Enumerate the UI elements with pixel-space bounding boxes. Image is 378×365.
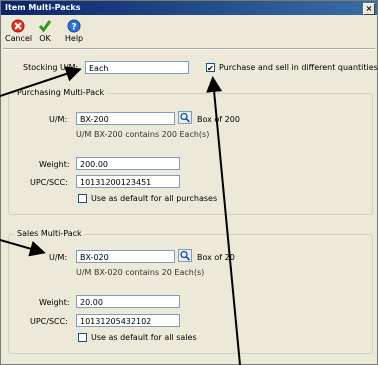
stocking-um-field[interactable]: Each <box>85 61 189 74</box>
sales-upc-label: UPC/SCC: <box>30 317 68 326</box>
sales-weight-field[interactable]: 20.00 <box>76 295 180 308</box>
sales-upc-field[interactable]: 10131205432102 <box>76 314 180 327</box>
stocking-um-label: Stocking U/M: <box>23 63 79 72</box>
toolbar-separator <box>3 48 375 50</box>
different-quantities-label: Purchase and sell in different quantitie… <box>219 63 378 72</box>
svg-text:?: ? <box>71 23 76 33</box>
purchasing-default-checkbox[interactable] <box>78 194 87 203</box>
purchasing-box-text: Box of 200 <box>197 115 240 124</box>
help-button[interactable]: ? Help <box>61 19 87 47</box>
sales-lookup-button[interactable] <box>178 249 192 262</box>
toolbar: Cancel OK ? Help <box>1 16 377 49</box>
sales-um-field[interactable]: BX-020 <box>76 250 175 263</box>
magnifier-icon <box>180 250 191 261</box>
ok-button[interactable]: OK <box>32 19 58 47</box>
purchasing-weight-label: Weight: <box>39 160 70 169</box>
sales-weight-label: Weight: <box>39 298 70 307</box>
sales-default-checkbox[interactable] <box>78 333 87 342</box>
purchasing-um-field[interactable]: BX-200 <box>76 112 175 125</box>
purchasing-upc-label: UPC/SCC: <box>30 178 68 187</box>
sales-default-label: Use as default for all sales <box>91 333 197 342</box>
purchasing-weight-field[interactable]: 200.00 <box>76 157 180 170</box>
cancel-button[interactable]: Cancel <box>5 19 33 47</box>
magnifier-icon <box>180 112 191 123</box>
ok-label: OK <box>39 34 51 43</box>
help-icon: ? <box>67 19 81 33</box>
sales-box-text: Box of 20 <box>197 253 235 262</box>
different-quantities-checkbox[interactable]: ✔ <box>206 63 215 73</box>
help-label: Help <box>64 34 84 43</box>
purchasing-upc-field[interactable]: 10131200123451 <box>76 175 180 188</box>
sales-um-label: U/M: <box>49 253 68 262</box>
cancel-icon <box>11 19 25 33</box>
checkmark-icon <box>38 20 52 33</box>
purchasing-lookup-button[interactable] <box>178 111 192 124</box>
purchasing-default-label: Use as default for all purchases <box>91 194 218 203</box>
sales-contains-text: U/M BX-020 contains 20 Each(s) <box>76 268 205 277</box>
item-multi-packs-dialog: Item Multi-Packs × Cancel OK ? Help Stoc… <box>0 0 378 365</box>
sales-group-label: Sales Multi-Pack <box>15 229 84 238</box>
purchasing-um-label: U/M: <box>49 115 68 124</box>
close-button[interactable]: × <box>363 3 375 15</box>
title-bar: Item Multi-Packs × <box>1 1 377 15</box>
cancel-label: Cancel <box>5 34 33 43</box>
purchasing-group-label: Purchasing Multi-Pack <box>15 88 107 97</box>
window-title: Item Multi-Packs <box>5 3 81 12</box>
purchasing-contains-text: U/M BX-200 contains 200 Each(s) <box>76 130 210 139</box>
